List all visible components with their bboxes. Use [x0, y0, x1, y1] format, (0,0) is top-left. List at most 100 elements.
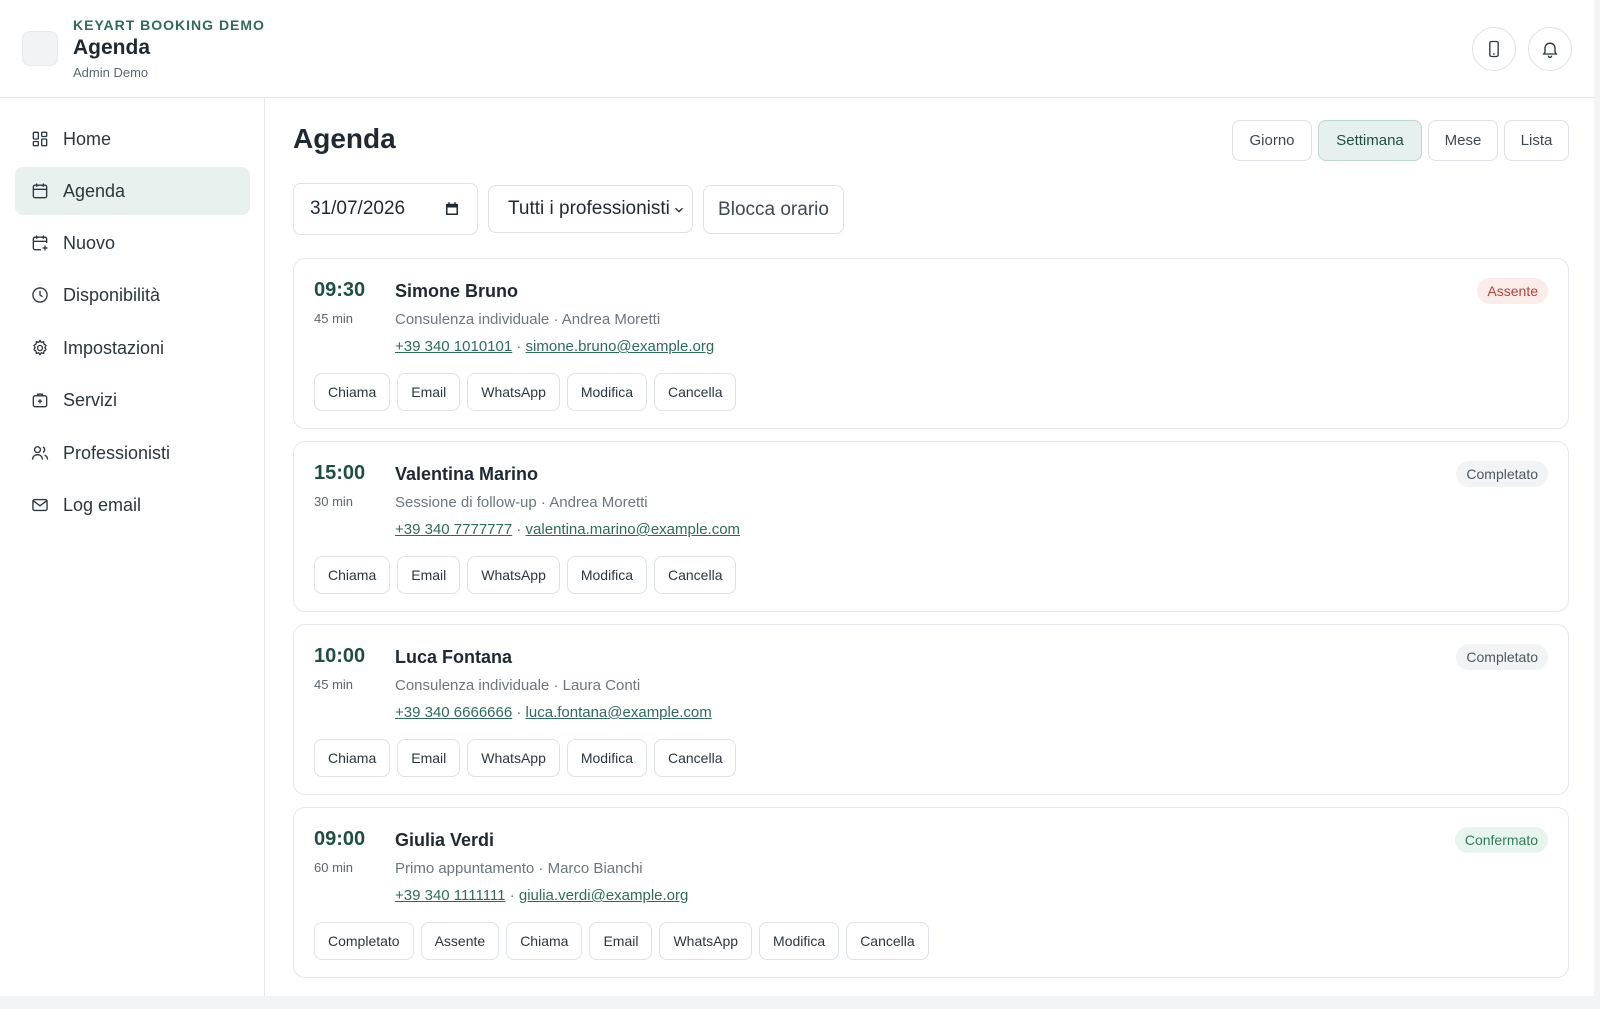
block-time-button[interactable]: Blocca orario [703, 185, 844, 234]
client-contacts: +39 340 1111111 · giulia.verdi@example.o… [395, 887, 688, 904]
client-contacts: +39 340 1010101 · simone.bruno@example.o… [395, 338, 714, 355]
action-whatsapp-button[interactable]: WhatsApp [467, 373, 560, 411]
client-email-link[interactable]: simone.bruno@example.org [526, 338, 715, 355]
view-settimana-button[interactable]: Settimana [1318, 120, 1422, 161]
appointment-duration: 45 min [314, 677, 354, 692]
sidebar-item-agenda[interactable]: Agenda [15, 167, 250, 215]
client-phone-link[interactable]: +39 340 6666666 [395, 704, 512, 721]
action-modifica-button[interactable]: Modifica [759, 922, 840, 960]
appointment-time: 09:30 [314, 279, 366, 301]
action-modifica-button[interactable]: Modifica [566, 556, 647, 594]
appointment-details: Consulenza individuale · Andrea Moretti [395, 311, 660, 328]
phone-icon [1489, 40, 1499, 58]
main-title: Agenda [293, 123, 396, 154]
action-whatsapp-button[interactable]: WhatsApp [467, 556, 560, 594]
action-modifica-button[interactable]: Modifica [566, 739, 647, 777]
separator: · [509, 887, 515, 904]
service-name: Consulenza individuale [395, 677, 550, 694]
action-cancella-button[interactable]: Cancella [846, 922, 929, 960]
view-lista-button[interactable]: Lista [1504, 120, 1569, 161]
sidebar-item-label: Disponibilità [63, 284, 161, 305]
appointment-actions: Chiama Email WhatsApp Modifica Cancella [314, 373, 737, 411]
phone-button[interactable] [1472, 27, 1516, 71]
app-window: KEYART BOOKING DEMO Agenda Admin Demo Ho… [0, 0, 1594, 996]
action-completato-button[interactable]: Completato [314, 922, 414, 960]
sidebar-item-label: Log email [63, 494, 142, 515]
user-name: Admin Demo [73, 65, 149, 80]
appointment-actions: Chiama Email WhatsApp Modifica Cancella [314, 556, 737, 594]
status-badge: Assente [1477, 278, 1548, 304]
appointment-time: 09:00 [314, 828, 366, 850]
chevron-down-icon [675, 207, 683, 213]
sidebar-item-log-email[interactable]: Log email [15, 481, 250, 529]
calendar-plus-icon [32, 235, 48, 251]
sidebar-item-home[interactable]: Home [15, 115, 250, 163]
appointment-actions: Completato Assente Chiama Email WhatsApp Modi… [314, 922, 929, 960]
action-chiama-button[interactable]: Chiama [314, 556, 391, 594]
action-email-button[interactable]: Email [589, 922, 653, 960]
action-email-button[interactable]: Email [397, 739, 461, 777]
client-phone-link[interactable]: +39 340 7777777 [395, 521, 512, 538]
appointment-details: Primo appuntamento · Marco Bianchi [395, 860, 643, 877]
view-mese-button[interactable]: Mese [1428, 120, 1498, 161]
professional-select[interactable]: Tutti i professionisti [488, 185, 693, 233]
sidebar: Home Agenda Nuovo Disponibilità Impostaz… [0, 98, 265, 996]
action-whatsapp-button[interactable]: WhatsApp [467, 739, 560, 777]
appointment-time: 10:00 [314, 645, 366, 667]
action-modifica-button[interactable]: Modifica [566, 373, 647, 411]
sidebar-item-label: Servizi [63, 389, 118, 410]
client-email-link[interactable]: giulia.verdi@example.org [519, 887, 688, 904]
sidebar-item-disponibilita[interactable]: Disponibilità [15, 271, 250, 319]
users-icon [31, 446, 49, 460]
professional-name: Marco Bianchi [547, 860, 643, 877]
appointment-duration: 60 min [314, 860, 354, 875]
action-chiama-button[interactable]: Chiama [506, 922, 583, 960]
appointment-duration: 45 min [314, 311, 354, 326]
sidebar-item-label: Professionisti [63, 442, 171, 463]
client-name: Valentina Marino [395, 464, 539, 484]
client-name: Giulia Verdi [395, 830, 495, 850]
action-email-button[interactable]: Email [397, 373, 461, 411]
action-cancella-button[interactable]: Cancella [654, 373, 737, 411]
client-email-link[interactable]: luca.fontana@example.com [526, 704, 712, 721]
action-whatsapp-button[interactable]: WhatsApp [659, 922, 753, 960]
action-chiama-button[interactable]: Chiama [314, 739, 391, 777]
appointment-time: 15:00 [314, 462, 366, 484]
sidebar-item-label: Home [63, 128, 112, 149]
client-email-link[interactable]: valentina.marino@example.com [526, 521, 741, 538]
calendar-picker-icon [446, 202, 458, 215]
appointment-duration: 30 min [314, 494, 354, 509]
grid-icon [32, 131, 48, 147]
separator: · [540, 494, 546, 511]
bell-icon [1542, 42, 1558, 58]
sidebar-item-professionisti[interactable]: Professionisti [15, 429, 250, 477]
action-chiama-button[interactable]: Chiama [314, 373, 391, 411]
date-input[interactable]: 31/07/2026 [293, 183, 478, 235]
service-name: Primo appuntamento [395, 860, 535, 877]
action-email-button[interactable]: Email [397, 556, 461, 594]
separator: · [516, 338, 522, 355]
status-badge: Completato [1456, 644, 1548, 670]
sidebar-item-servizi[interactable]: Servizi [15, 376, 250, 424]
mail-icon [32, 498, 48, 512]
action-cancella-button[interactable]: Cancella [654, 739, 737, 777]
appointment-actions: Chiama Email WhatsApp Modifica Cancella [314, 739, 737, 777]
sidebar-item-impostazioni[interactable]: Impostazioni [15, 324, 250, 372]
sidebar-item-label: Nuovo [63, 232, 116, 253]
appointment-card: 09:30 45 min Simone Bruno Consulenza indivi… [293, 258, 1569, 429]
view-giorno-button[interactable]: Giorno [1232, 120, 1312, 161]
action-cancella-button[interactable]: Cancella [654, 556, 737, 594]
separator: · [538, 860, 544, 877]
client-name: Luca Fontana [395, 647, 513, 667]
client-phone-link[interactable]: +39 340 1111111 [395, 887, 506, 904]
calendar-icon [32, 183, 48, 199]
service-name: Consulenza individuale [395, 311, 550, 328]
sidebar-item-nuovo[interactable]: Nuovo [15, 219, 250, 267]
client-contacts: +39 340 6666666 · luca.fontana@example.c… [395, 704, 712, 721]
separator: · [553, 677, 559, 694]
professional-name: Laura Conti [562, 677, 641, 694]
brand-name: KEYART BOOKING DEMO [73, 17, 265, 33]
notifications-button[interactable] [1528, 27, 1572, 71]
client-phone-link[interactable]: +39 340 1010101 [395, 338, 512, 355]
action-assente-button[interactable]: Assente [420, 922, 500, 960]
